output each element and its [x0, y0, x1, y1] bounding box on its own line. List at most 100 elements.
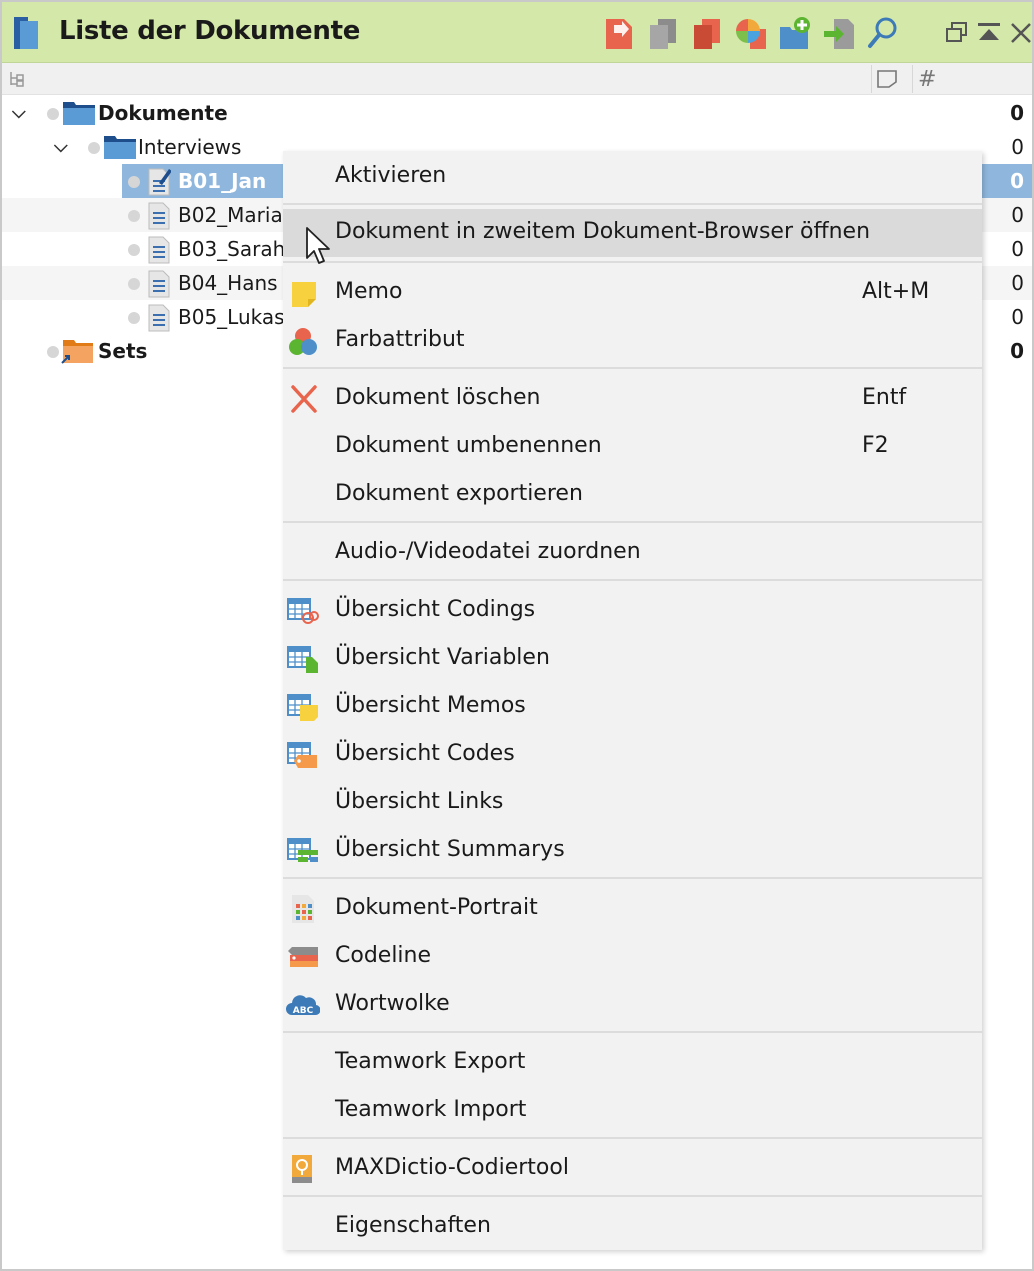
- maxdictio-icon: [292, 1155, 312, 1183]
- menu-item-delete-document[interactable]: Dokument löschen Entf: [283, 375, 982, 423]
- tree-label-document: B03_Sarah: [178, 237, 286, 261]
- status-dot: [47, 108, 59, 120]
- menu-item-rename-document[interactable]: Dokument umbenennen F2: [283, 423, 982, 471]
- tree-count-group: 0: [1011, 135, 1024, 159]
- tree-label-document: B02_Maria: [178, 203, 283, 227]
- menu-item-shortcut: Alt+M: [862, 279, 930, 304]
- menu-item-label: Teamwork Export: [335, 1049, 526, 1074]
- title-bar: Liste der Dokumente: [2, 2, 1032, 63]
- chevron-down-icon[interactable]: ⌵: [12, 102, 26, 123]
- tree-row-root[interactable]: ⌵ Dokumente 0: [2, 96, 1032, 130]
- status-dot: [88, 142, 100, 154]
- tree-label-root: Dokumente: [98, 101, 228, 125]
- menu-item-overview-memos[interactable]: Übersicht Memos: [283, 683, 982, 731]
- close-icon[interactable]: [1008, 20, 1034, 46]
- collapse-up-icon[interactable]: [976, 20, 1002, 46]
- menu-item-label: Dokument exportieren: [335, 481, 583, 506]
- menu-separator: [283, 1137, 982, 1139]
- column-header: #: [2, 63, 1032, 95]
- menu-item-label: Wortwolke: [335, 991, 450, 1016]
- menu-item-open-second-browser[interactable]: Dokument in zweitem Dokument-Browser öff…: [283, 209, 982, 257]
- codeline-icon: [288, 947, 318, 967]
- menu-item-label: Dokument löschen: [335, 385, 541, 410]
- memo-column-icon[interactable]: [876, 69, 898, 89]
- tree-structure-icon[interactable]: [8, 70, 26, 88]
- menu-item-label: Audio-/Videodatei zuordnen: [335, 539, 641, 564]
- tree-count-document: 0: [1011, 237, 1024, 261]
- menu-item-memo[interactable]: Memo Alt+M: [283, 269, 982, 317]
- copy-docs-icon[interactable]: [646, 15, 680, 51]
- tree-count-document: 0: [1011, 305, 1024, 329]
- tree-label-sets: Sets: [98, 339, 148, 363]
- document-edit-icon: [148, 168, 171, 196]
- status-dot: [128, 278, 140, 290]
- menu-item-teamwork-import[interactable]: Teamwork Import: [283, 1087, 982, 1135]
- tree-label-document: B04_Hans: [178, 271, 278, 295]
- status-dot: [128, 244, 140, 256]
- menu-item-label: Übersicht Codings: [335, 597, 536, 622]
- menu-item-label: Übersicht Links: [335, 789, 504, 814]
- menu-item-label: Eigenschaften: [335, 1213, 491, 1238]
- overview-codes-icon: [287, 742, 317, 768]
- document-portrait-chart-icon[interactable]: [734, 15, 768, 51]
- menu-item-properties[interactable]: Eigenschaften: [283, 1203, 982, 1251]
- svg-text:ABC: ABC: [293, 1006, 314, 1016]
- import-docs-icon[interactable]: [602, 15, 636, 51]
- menu-separator: [283, 1195, 982, 1197]
- menu-item-label: Aktivieren: [335, 163, 447, 188]
- count-column-header[interactable]: #: [918, 67, 936, 92]
- menu-item-label: Dokument umbenennen: [335, 433, 602, 458]
- menu-item-label: Teamwork Import: [335, 1097, 527, 1122]
- menu-item-shortcut: F2: [862, 433, 889, 458]
- menu-item-assign-media[interactable]: Audio-/Videodatei zuordnen: [283, 529, 982, 577]
- new-document-group-icon[interactable]: [778, 15, 812, 51]
- word-cloud-icon: ABC: [286, 995, 320, 1016]
- menu-item-teamwork-export[interactable]: Teamwork Export: [283, 1039, 982, 1087]
- overview-variables-icon: [287, 646, 318, 673]
- menu-item-label: Übersicht Memos: [335, 693, 526, 718]
- search-icon[interactable]: [866, 15, 900, 51]
- menu-item-overview-links[interactable]: Übersicht Links: [283, 779, 982, 827]
- menu-item-overview-codings[interactable]: Übersicht Codings: [283, 587, 982, 635]
- document-system-window: Liste der Dokumente # ⌵ Dokumente 0 ⌵ In…: [0, 0, 1034, 1271]
- menu-item-export-document[interactable]: Dokument exportieren: [283, 471, 982, 519]
- duplicate-docs-icon[interactable]: [690, 15, 724, 51]
- menu-item-word-cloud[interactable]: ABC Wortwolke: [283, 981, 982, 1029]
- menu-item-label: Codeline: [335, 943, 432, 968]
- menu-separator: [283, 367, 982, 369]
- menu-item-label: Übersicht Variablen: [335, 645, 550, 670]
- document-icon: [148, 270, 170, 298]
- menu-item-label: Übersicht Codes: [335, 741, 515, 766]
- tree-count-document: 0: [1011, 203, 1024, 227]
- menu-item-label: Übersicht Summarys: [335, 837, 565, 862]
- folder-icon: [104, 136, 136, 159]
- menu-item-overview-codes[interactable]: Übersicht Codes: [283, 731, 982, 779]
- menu-separator: [283, 203, 982, 205]
- import-arrow-icon[interactable]: [822, 15, 856, 51]
- menu-item-overview-variables[interactable]: Übersicht Variablen: [283, 635, 982, 683]
- column-separator[interactable]: [871, 65, 872, 93]
- folder-icon: [63, 102, 95, 125]
- menu-item-color-attribute[interactable]: Farbattribut: [283, 317, 982, 365]
- context-menu: Aktivieren Dokument in zweitem Dokument-…: [283, 151, 982, 1250]
- menu-item-codeline[interactable]: Codeline: [283, 933, 982, 981]
- documents-window-icon: [14, 17, 38, 49]
- menu-item-label: MAXDictio-Codiertool: [335, 1155, 569, 1180]
- document-portrait-icon: [292, 895, 314, 923]
- menu-item-shortcut: Entf: [862, 385, 907, 410]
- restore-window-icon[interactable]: [944, 20, 970, 46]
- menu-item-maxdictio-tool[interactable]: MAXDictio-Codiertool: [283, 1145, 982, 1193]
- column-separator[interactable]: [912, 65, 913, 93]
- status-dot: [128, 312, 140, 324]
- overview-summaries-icon: [287, 838, 318, 862]
- tree-label-group: Interviews: [138, 135, 242, 159]
- menu-item-document-portrait[interactable]: Dokument-Portrait: [283, 885, 982, 933]
- menu-item-overview-summaries[interactable]: Übersicht Summarys: [283, 827, 982, 875]
- menu-item-label: Farbattribut: [335, 327, 465, 352]
- sets-folder-icon: [61, 340, 93, 364]
- menu-item-label: Dokument-Portrait: [335, 895, 538, 920]
- status-dot: [128, 176, 140, 188]
- menu-separator: [283, 877, 982, 879]
- menu-item-activate[interactable]: Aktivieren: [283, 153, 982, 201]
- chevron-down-icon[interactable]: ⌵: [54, 136, 68, 157]
